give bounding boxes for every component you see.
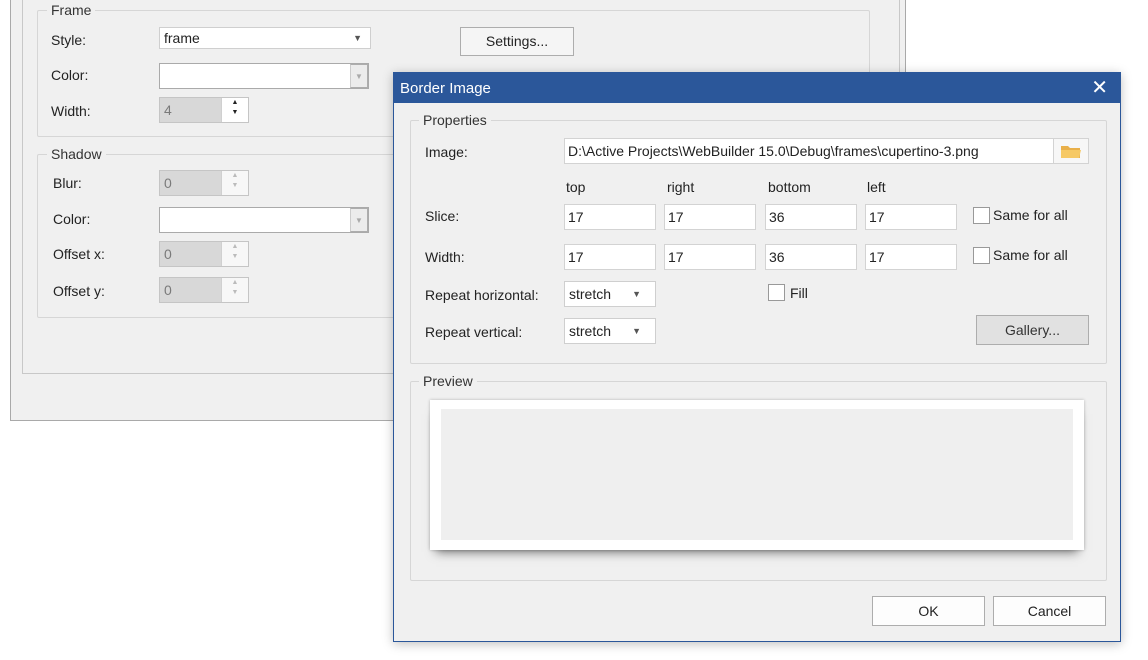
- image-path-field[interactable]: D:\Active Projects\WebBuilder 15.0\Debug…: [564, 138, 1089, 164]
- style-select[interactable]: frame ▼: [159, 27, 371, 49]
- offset-x-value: 0: [164, 246, 172, 262]
- frame-width-label: Width:: [51, 103, 91, 119]
- slice-same-for-all-checkbox[interactable]: [973, 207, 990, 224]
- blur-value: 0: [164, 175, 172, 191]
- border-image-dialog: Border Image ✕ Properties Image: D:\Acti…: [393, 72, 1121, 642]
- repeat-vertical-label: Repeat vertical:: [425, 324, 523, 340]
- width-label: Width:: [425, 249, 465, 265]
- slice-top-input[interactable]: 17: [564, 204, 656, 230]
- properties-group-title: Properties: [419, 112, 491, 128]
- style-select-value: frame: [164, 30, 200, 46]
- slice-bottom-value: 36: [769, 209, 785, 225]
- shadow-color-picker[interactable]: ▼: [159, 207, 369, 233]
- blur-spinner[interactable]: 0 ▲ ▼: [159, 170, 249, 196]
- fill-checkbox[interactable]: [768, 284, 785, 301]
- offset-y-label: Offset y:: [53, 283, 105, 299]
- offset-x-label: Offset x:: [53, 246, 105, 262]
- close-icon[interactable]: ✕: [1091, 75, 1108, 100]
- chevron-down-icon: ▼: [353, 33, 362, 43]
- column-left-label: left: [867, 179, 886, 195]
- frame-color-label: Color:: [51, 67, 89, 83]
- frame-width-value: 4: [164, 102, 172, 118]
- slice-left-input[interactable]: 17: [865, 204, 957, 230]
- browse-folder-button[interactable]: [1053, 139, 1088, 163]
- settings-button[interactable]: Settings...: [460, 27, 574, 56]
- width-right-input[interactable]: 17: [664, 244, 756, 270]
- shadow-color-label: Color:: [53, 211, 91, 227]
- shadow-group-title: Shadow: [47, 146, 106, 162]
- preview-image-content: [441, 409, 1073, 540]
- width-same-for-all-label: Same for all: [993, 247, 1068, 263]
- image-label: Image:: [425, 144, 468, 160]
- width-right-value: 17: [668, 249, 684, 265]
- width-top-input[interactable]: 17: [564, 244, 656, 270]
- chevron-down-icon: ▼: [632, 326, 641, 336]
- chevron-down-icon: ▼: [632, 289, 641, 299]
- width-left-input[interactable]: 17: [865, 244, 957, 270]
- frame-color-picker[interactable]: ▼: [159, 63, 369, 89]
- slice-right-value: 17: [668, 209, 684, 225]
- preview-image: [430, 400, 1084, 550]
- slice-right-input[interactable]: 17: [664, 204, 756, 230]
- repeat-horizontal-value: stretch: [569, 286, 612, 302]
- width-bottom-value: 36: [769, 249, 785, 265]
- offset-y-spinner[interactable]: 0 ▲ ▼: [159, 277, 249, 303]
- chevron-down-icon[interactable]: ▼: [350, 208, 368, 232]
- style-label: Style:: [51, 32, 87, 48]
- slice-label: Slice:: [425, 208, 460, 224]
- image-path-value: D:\Active Projects\WebBuilder 15.0\Debug…: [568, 143, 979, 159]
- column-bottom-label: bottom: [768, 179, 811, 195]
- preview-group-title: Preview: [419, 373, 477, 389]
- frame-width-spinner[interactable]: 4 ▲ ▼: [159, 97, 249, 123]
- offset-x-spinner[interactable]: 0 ▲ ▼: [159, 241, 249, 267]
- width-top-value: 17: [568, 249, 584, 265]
- cancel-button[interactable]: Cancel: [993, 596, 1106, 626]
- slice-left-value: 17: [869, 209, 885, 225]
- column-right-label: right: [667, 179, 695, 195]
- width-same-for-all-checkbox[interactable]: [973, 247, 990, 264]
- width-bottom-input[interactable]: 36: [765, 244, 857, 270]
- column-top-label: top: [566, 179, 586, 195]
- chevron-down-icon[interactable]: ▼: [350, 64, 368, 88]
- fill-label: Fill: [790, 285, 808, 301]
- spin-arrows-icon[interactable]: ▲ ▼: [221, 98, 248, 122]
- dialog-titlebar: Border Image ✕: [394, 73, 1120, 103]
- offset-y-value: 0: [164, 282, 172, 298]
- repeat-vertical-value: stretch: [569, 323, 612, 339]
- slice-same-for-all-label: Same for all: [993, 207, 1068, 223]
- slice-bottom-input[interactable]: 36: [765, 204, 857, 230]
- repeat-vertical-select[interactable]: stretch ▼: [564, 318, 656, 344]
- dialog-title: Border Image: [400, 80, 491, 97]
- gallery-button[interactable]: Gallery...: [976, 315, 1089, 345]
- folder-icon: [1061, 146, 1081, 158]
- blur-label: Blur:: [53, 175, 82, 191]
- ok-button[interactable]: OK: [872, 596, 985, 626]
- spin-arrows-icon[interactable]: ▲ ▼: [221, 242, 248, 266]
- width-left-value: 17: [869, 249, 885, 265]
- repeat-horizontal-select[interactable]: stretch ▼: [564, 281, 656, 307]
- slice-top-value: 17: [568, 209, 584, 225]
- spin-arrows-icon[interactable]: ▲ ▼: [221, 278, 248, 302]
- frame-group-title: Frame: [47, 2, 96, 18]
- repeat-horizontal-label: Repeat horizontal:: [425, 287, 539, 303]
- spin-arrows-icon[interactable]: ▲ ▼: [221, 171, 248, 195]
